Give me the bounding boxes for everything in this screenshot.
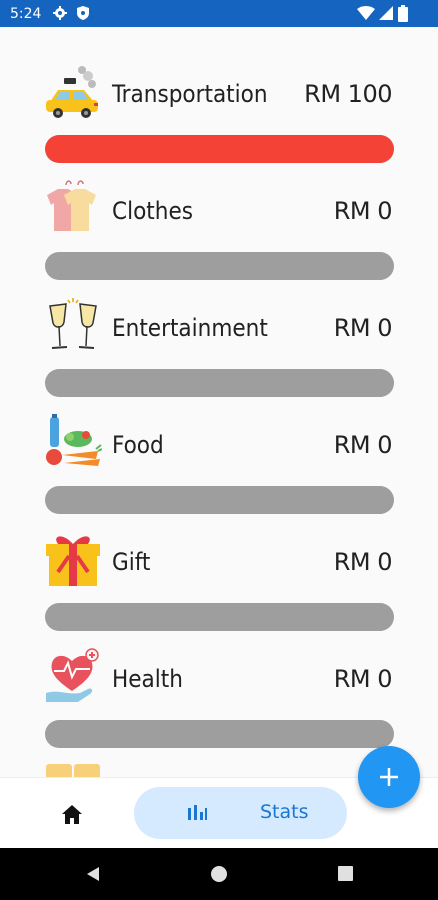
category-item-transportation[interactable]: Transportation RM 100 [0, 62, 438, 179]
category-amount: RM 0 [333, 197, 393, 225]
groceries-icon [46, 414, 102, 466]
category-item-health[interactable]: Health RM 0 [0, 647, 438, 764]
home-circle-icon[interactable] [210, 865, 228, 883]
gift-icon [46, 536, 100, 586]
category-progress-bar [45, 603, 394, 631]
category-amount: RM 0 [333, 665, 393, 693]
category-item-gift[interactable]: Gift RM 0 [0, 530, 438, 647]
status-time: 5:24 [10, 6, 42, 22]
category-name: Transportation [112, 80, 268, 108]
category-amount: RM 0 [333, 431, 393, 459]
category-name: Food [112, 431, 164, 459]
category-progress-bar [45, 720, 394, 748]
category-name: Clothes [112, 197, 193, 225]
category-list[interactable]: Transportation RM 100 Clothes RM 0 Enter… [0, 27, 438, 777]
category-name: Health [112, 665, 183, 693]
signal-icon [379, 6, 393, 20]
category-item-food[interactable]: Food RM 0 [0, 413, 438, 530]
shirts-icon [47, 180, 96, 231]
plus-icon [380, 768, 398, 786]
progress-fill [45, 135, 394, 163]
category-progress-bar [45, 135, 394, 163]
bar-chart-icon [188, 805, 207, 820]
back-icon[interactable] [84, 865, 102, 883]
stats-label: Stats [260, 801, 309, 823]
category-amount: RM 0 [333, 548, 393, 576]
status-bar: 5:24 [0, 0, 438, 27]
box-icon [46, 764, 100, 777]
category-name: Gift [112, 548, 151, 576]
heart-health-icon [46, 648, 99, 702]
system-navigation-bar [0, 848, 438, 900]
settings-icon [53, 6, 67, 20]
champagne-icon [49, 298, 97, 349]
category-name: Entertainment [112, 314, 268, 342]
category-progress-bar [45, 252, 394, 280]
category-progress-bar [45, 486, 394, 514]
category-amount: RM 100 [304, 80, 392, 108]
recents-icon[interactable] [337, 865, 354, 882]
taxi-icon [46, 66, 98, 118]
battery-icon [398, 5, 408, 22]
add-expense-button[interactable] [358, 746, 420, 808]
category-progress-bar [45, 369, 394, 397]
wifi-icon [357, 6, 375, 20]
shield-icon [77, 6, 89, 20]
category-item-clothes[interactable]: Clothes RM 0 [0, 179, 438, 296]
category-amount: RM 0 [333, 314, 393, 342]
category-item-entertainment[interactable]: Entertainment RM 0 [0, 296, 438, 413]
stats-tab[interactable]: Stats [134, 787, 347, 839]
home-icon[interactable] [56, 798, 88, 830]
